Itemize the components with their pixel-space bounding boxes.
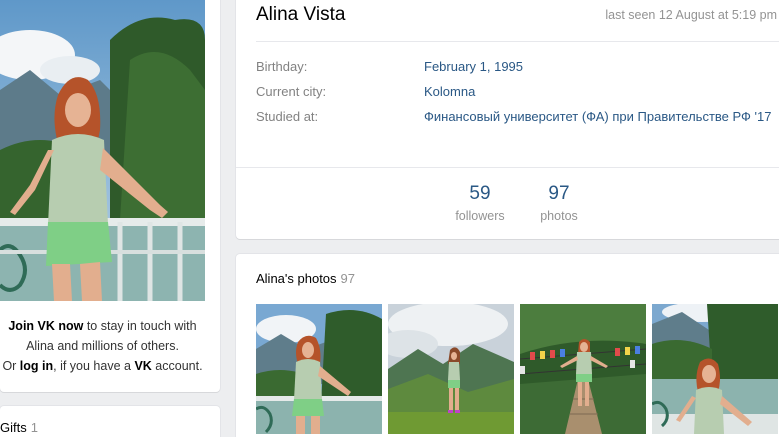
- avatar-photo: [0, 0, 205, 301]
- birthday-link[interactable]: February 1, 1995: [424, 57, 779, 77]
- login-link[interactable]: log in: [20, 359, 53, 373]
- join-prompt: Join VK now to stay in touch with Alina …: [0, 316, 205, 376]
- photo-image: [256, 304, 382, 434]
- gifts-card: Gifts 1: [0, 406, 220, 437]
- followers-count: 59: [469, 183, 491, 204]
- university-link[interactable]: Финансовый университет (ФА) при Правител…: [424, 107, 779, 127]
- mid-text: , if you have a: [53, 359, 135, 373]
- info-label: Current city:: [256, 84, 327, 99]
- followers-label: followers: [455, 209, 505, 223]
- divider: [256, 41, 779, 42]
- divider: [236, 167, 779, 168]
- profile-info-card: Alina Vista last seen 12 August at 5:19 …: [236, 0, 779, 239]
- vk-brand: VK: [134, 359, 152, 373]
- photos-counter[interactable]: 97 photos: [532, 182, 586, 226]
- end-text: account.: [151, 359, 203, 373]
- join-link[interactable]: Join VK now: [8, 319, 83, 333]
- gifts-count: 1: [30, 420, 38, 435]
- photos-total: 97: [340, 271, 356, 286]
- profile-left-card: Join VK now to stay in touch with Alina …: [0, 0, 220, 392]
- photo-thumbnail[interactable]: [652, 304, 778, 434]
- photo-thumbnail[interactable]: [520, 304, 646, 434]
- profile-avatar[interactable]: [0, 0, 205, 301]
- photos-count: 97: [548, 183, 570, 204]
- photos-card: Alina's photos 97: [236, 254, 779, 437]
- photo-thumbnail[interactable]: [256, 304, 382, 434]
- followers-counter[interactable]: 59 followers: [446, 182, 514, 226]
- photos-header[interactable]: Alina's photos 97: [256, 271, 355, 286]
- last-seen-status: last seen 12 August at 5:19 pm: [605, 8, 777, 22]
- photo-image: [520, 304, 646, 434]
- photo-image: [652, 304, 778, 434]
- info-label: Birthday:: [256, 59, 308, 74]
- profile-name: Alina Vista: [256, 4, 346, 25]
- photos-title: Alina's photos: [256, 271, 337, 286]
- gifts-title: Gifts: [0, 420, 27, 435]
- photos-label: photos: [540, 209, 578, 223]
- or-text: Or: [2, 359, 20, 373]
- photo-thumbnail[interactable]: [388, 304, 514, 434]
- gifts-header[interactable]: Gifts 1: [0, 420, 38, 435]
- photo-image: [388, 304, 514, 434]
- city-link[interactable]: Kolomna: [424, 82, 779, 102]
- info-label: Studied at:: [256, 109, 319, 124]
